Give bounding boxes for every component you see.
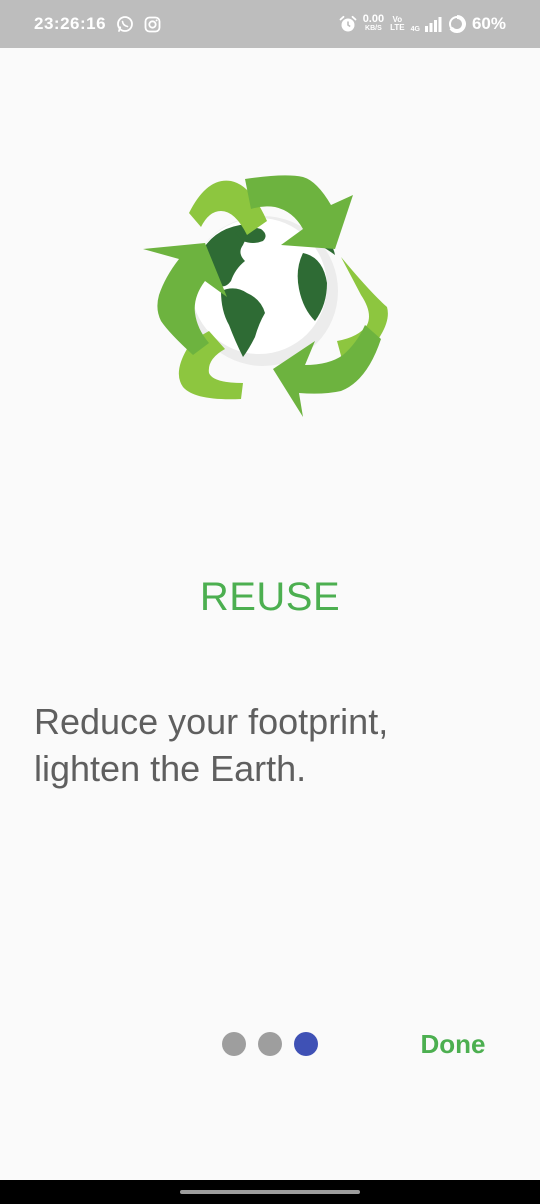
status-bar: 23:26:16 0.00 KB/S Vo LTE 4G 60% (0, 0, 540, 48)
alarm-icon (339, 15, 357, 33)
status-right: 0.00 KB/S Vo LTE 4G 60% (339, 14, 506, 34)
page-indicator-dot-active[interactable] (294, 1032, 318, 1056)
network-speed-unit: KB/S (365, 25, 382, 32)
home-indicator[interactable] (180, 1190, 360, 1194)
signal-icon (424, 16, 442, 32)
network-type: 4G (410, 26, 420, 33)
onboarding-page: REUSE Reduce your footprint, lighten the… (0, 48, 540, 1180)
instagram-icon (144, 16, 161, 33)
page-indicator-dot[interactable] (222, 1032, 246, 1056)
done-button[interactable]: Done (410, 1024, 496, 1064)
onboarding-title: REUSE (199, 575, 341, 619)
network-speed: 0.00 KB/S (362, 13, 385, 33)
navigation-bar (0, 1180, 540, 1204)
battery-percent: 60% (471, 14, 506, 33)
battery-icon (448, 15, 466, 33)
page-indicator (222, 1032, 318, 1056)
status-left: 23:26:16 (34, 14, 161, 34)
network-speed-value: 0.00 (362, 13, 385, 25)
whatsapp-icon (116, 15, 134, 33)
recycle-globe-logo (135, 173, 395, 423)
volte-indicator: Vo LTE (390, 16, 405, 32)
onboarding-description: Reduce your footprint, lighten the Earth… (34, 701, 389, 789)
page-indicator-dot[interactable] (258, 1032, 282, 1056)
volte-bottom: LTE (390, 23, 405, 32)
status-time: 23:26:16 (34, 14, 107, 33)
